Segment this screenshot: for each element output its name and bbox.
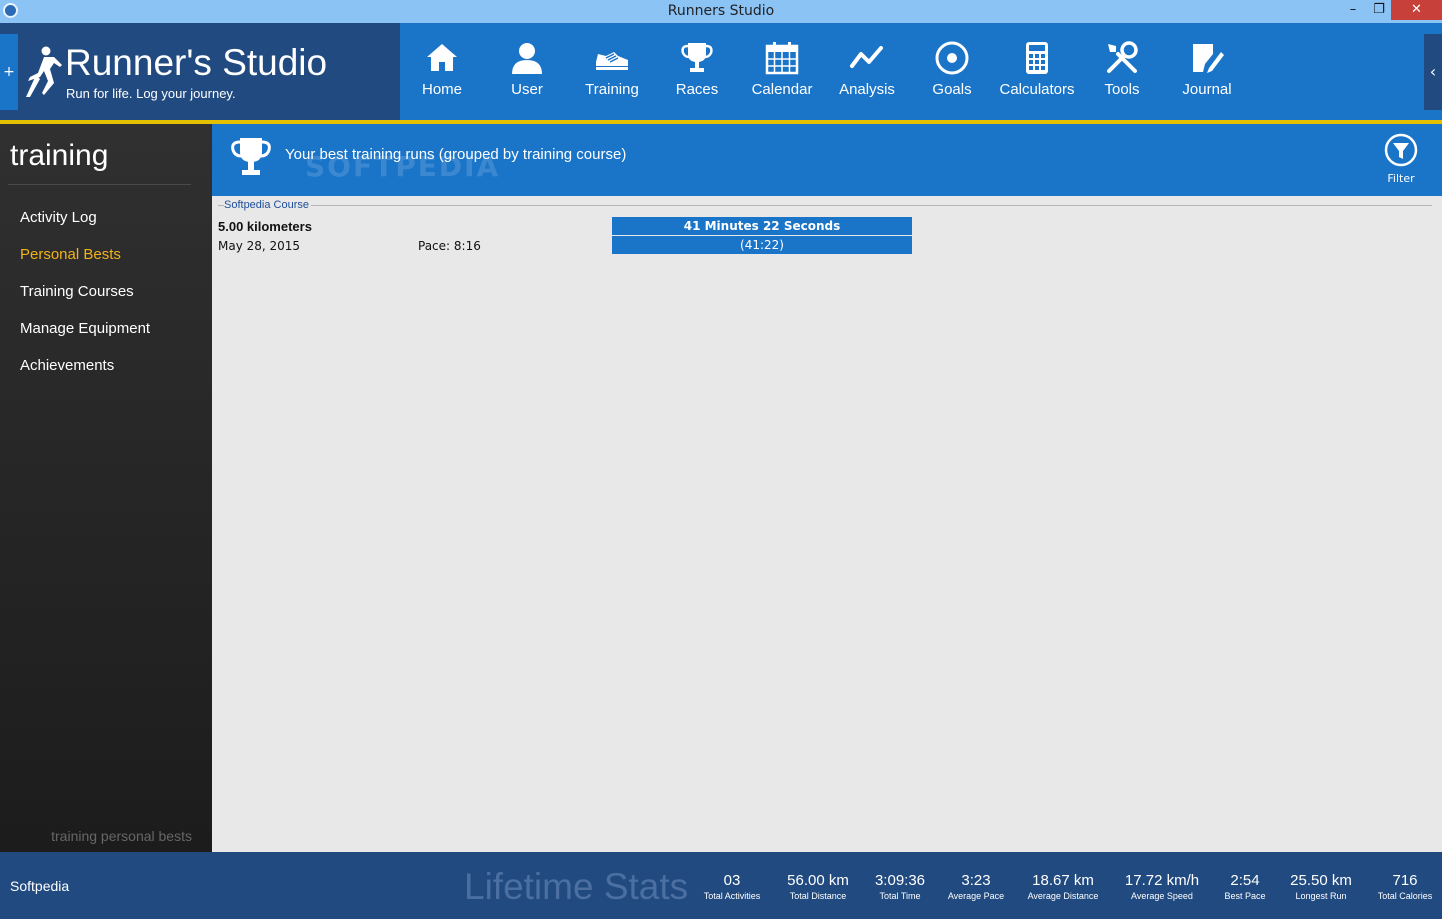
- sidebar-divider: [8, 184, 191, 185]
- stat-value: 03: [723, 872, 741, 889]
- stat-total-calories: 716 Total Calories: [1372, 872, 1438, 901]
- nav-calendar[interactable]: Calendar: [740, 40, 824, 112]
- nav-user[interactable]: User: [485, 40, 569, 112]
- restore-button[interactable]: ❐: [1364, 0, 1394, 20]
- run-distance: 5.00 kilometers: [218, 219, 312, 234]
- nav-label: User: [511, 81, 543, 98]
- stat-best-pace: 2:54 Best Pace: [1215, 872, 1275, 901]
- tools-icon: [1107, 41, 1138, 73]
- filter-button[interactable]: Filter: [1380, 133, 1422, 189]
- stat-value: 18.67 km: [1032, 872, 1094, 889]
- stat-value: 25.50 km: [1290, 872, 1352, 889]
- run-pace: Pace: 8:16: [418, 239, 481, 253]
- nav-label: Journal: [1182, 81, 1232, 98]
- trophy-icon: [681, 43, 713, 72]
- nav-label: Tools: [1104, 81, 1140, 98]
- filter-icon: [1384, 133, 1418, 167]
- stat-total-time: 3:09:36 Total Time: [865, 872, 935, 901]
- nav-label: Analysis: [839, 81, 895, 98]
- nav-label: Home: [421, 81, 462, 98]
- nav-home[interactable]: Home: [400, 40, 484, 112]
- lifetime-stats-label: Lifetime Stats: [464, 866, 689, 907]
- run-date: May 28, 2015: [218, 239, 301, 253]
- nav-analysis[interactable]: Analysis: [825, 40, 909, 112]
- stat-caption: Total Time: [879, 891, 921, 901]
- stat-value: 3:09:36: [874, 872, 926, 889]
- run-time-short: (41:22): [612, 236, 912, 254]
- calendar-icon: [765, 42, 799, 75]
- trophy-icon: [231, 138, 271, 175]
- stat-value: 3:23: [961, 872, 991, 889]
- stat-caption: Average Speed: [1131, 891, 1193, 901]
- nav-journal[interactable]: Journal: [1165, 40, 1249, 112]
- stat-longest-run: 25.50 km Longest Run: [1281, 872, 1361, 901]
- app-tagline: Run for life. Log your journey.: [66, 86, 236, 101]
- sidebar-item-training-courses[interactable]: Training Courses: [20, 283, 134, 300]
- app-logo-title: Runner's Studio: [65, 42, 328, 83]
- nav-training[interactable]: Training: [570, 40, 654, 112]
- nav-label: Races: [675, 81, 719, 98]
- nav-tools[interactable]: Tools: [1080, 40, 1164, 112]
- stat-average-pace: 3:23 Average Pace: [941, 872, 1011, 901]
- nav-calculators[interactable]: Calculators: [995, 40, 1079, 112]
- sidebar-item-activity-log[interactable]: Activity Log: [20, 209, 97, 226]
- status-brand: Softpedia: [10, 878, 70, 894]
- nav-label: Calendar: [751, 81, 813, 98]
- stat-caption: Longest Run: [1295, 891, 1347, 901]
- sidebar-footer: training personal bests: [51, 828, 192, 844]
- filter-label: Filter: [1387, 172, 1415, 185]
- journal-icon: [1193, 44, 1224, 73]
- stat-value: 56.00 km: [787, 872, 849, 889]
- shoe-icon: [596, 52, 628, 70]
- home-icon: [427, 44, 457, 71]
- nav-label: Calculators: [999, 81, 1075, 98]
- calculator-icon: [1026, 42, 1048, 74]
- stat-caption: Total Calories: [1377, 891, 1433, 901]
- sidebar-title: training: [10, 139, 109, 172]
- stat-value: 17.72 km/h: [1124, 872, 1200, 889]
- nav-label: Training: [585, 81, 639, 98]
- stat-total-activities: 03 Total Activities: [697, 872, 767, 901]
- stat-caption: Best Pace: [1224, 891, 1266, 901]
- stat-caption: Average Distance: [1027, 891, 1099, 901]
- nav-label: Goals: [932, 81, 972, 98]
- sidebar: training Activity Log Personal Bests Tra…: [0, 124, 212, 852]
- course-group-divider: [218, 205, 1432, 206]
- target-icon: [935, 41, 969, 75]
- stat-caption: Average Pace: [947, 891, 1005, 901]
- stat-caption: Total Distance: [789, 891, 847, 901]
- expand-panel-button[interactable]: +: [0, 34, 18, 110]
- stat-average-distance: 18.67 km Average Distance: [1020, 872, 1106, 901]
- close-button[interactable]: ✕: [1391, 0, 1442, 20]
- stat-average-speed: 17.72 km/h Average Speed: [1116, 872, 1208, 901]
- user-icon: [512, 43, 542, 74]
- nav-races[interactable]: Races: [655, 40, 739, 112]
- stat-caption: Total Activities: [703, 891, 761, 901]
- window-title: Runners Studio: [667, 3, 775, 19]
- run-time-bar[interactable]: 41 Minutes 22 Seconds: [612, 217, 912, 235]
- analysis-icon: [850, 46, 883, 68]
- content-heading: Your best training runs (grouped by trai…: [285, 146, 627, 163]
- sidebar-item-achievements[interactable]: Achievements: [20, 357, 114, 374]
- runner-icon: [26, 46, 62, 97]
- title-bar: Runners Studio – ❐ ✕: [0, 0, 1442, 23]
- course-group-title: Softpedia Course: [224, 199, 311, 211]
- collapse-panel-button[interactable]: ‹: [1424, 34, 1442, 110]
- stat-value: 716: [1392, 872, 1418, 889]
- stat-value: 2:54: [1230, 872, 1260, 889]
- nav-goals[interactable]: Goals: [910, 40, 994, 112]
- stat-total-distance: 56.00 km Total Distance: [778, 872, 858, 901]
- sidebar-item-manage-equipment[interactable]: Manage Equipment: [20, 320, 150, 337]
- sidebar-item-personal-bests[interactable]: Personal Bests: [20, 246, 121, 263]
